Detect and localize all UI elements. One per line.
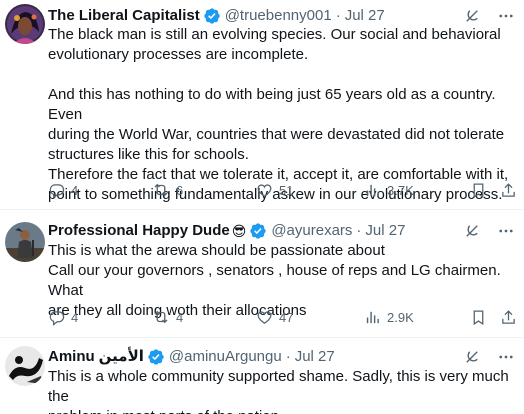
tweet-date[interactable]: Jul 27 xyxy=(295,347,335,367)
like-button[interactable]: 51 xyxy=(256,180,293,200)
tweet-text: The black man is still an evolving speci… xyxy=(48,26,509,203)
reply-button[interactable]: 4 xyxy=(48,307,78,327)
separator-dot: · xyxy=(285,348,291,365)
tweet[interactable]: The Liberal Capitalist @truebenny001 · J… xyxy=(0,0,524,210)
separator-dot: · xyxy=(335,7,341,24)
bookmark-button[interactable] xyxy=(470,180,487,200)
more-icon[interactable] xyxy=(496,347,516,367)
like-count: 47 xyxy=(279,309,294,325)
repost-button[interactable]: 6 xyxy=(152,180,183,200)
display-name[interactable]: Aminu xyxy=(48,347,95,367)
reply-icon xyxy=(49,183,65,199)
share-icon xyxy=(502,182,515,197)
action-bar: 4 6 51 3.7K xyxy=(48,180,518,200)
repost-count: 6 xyxy=(176,182,184,198)
bookmark-icon xyxy=(473,309,484,325)
share-icon xyxy=(502,309,515,324)
repost-count: 4 xyxy=(176,309,184,325)
view-count: 2.9K xyxy=(387,309,414,325)
repost-icon xyxy=(154,310,168,324)
tweet-text: This is a whole community supported sham… xyxy=(48,368,509,414)
user-handle[interactable]: @aminuArgungu xyxy=(169,347,282,367)
reply-icon xyxy=(49,310,65,326)
more-icon[interactable] xyxy=(496,6,516,26)
avatar[interactable] xyxy=(5,222,45,262)
display-name-arabic: الأمين xyxy=(98,348,144,365)
verified-badge-icon xyxy=(147,348,165,366)
bookmark-button[interactable] xyxy=(470,307,487,327)
repost-button[interactable]: 4 xyxy=(152,307,183,327)
like-icon xyxy=(257,310,272,324)
tweet-header: The Liberal Capitalist @truebenny001 · J… xyxy=(48,6,516,26)
verified-badge-icon xyxy=(203,7,221,25)
repost-icon xyxy=(154,183,168,197)
avatar[interactable] xyxy=(5,4,45,44)
like-icon xyxy=(257,183,272,197)
avatar[interactable] xyxy=(5,346,45,386)
tweet-date[interactable]: Jul 27 xyxy=(365,221,405,241)
verified-badge-icon xyxy=(249,222,267,240)
tweet-header: Professional Happy Dude 😎 @ayurexars · J… xyxy=(48,221,516,241)
views-icon xyxy=(366,184,379,196)
more-icon[interactable] xyxy=(496,221,516,241)
display-name[interactable]: The Liberal Capitalist xyxy=(48,6,200,26)
reply-button[interactable]: 4 xyxy=(48,180,78,200)
tweet-date[interactable]: Jul 27 xyxy=(345,6,385,26)
share-button[interactable] xyxy=(500,307,517,327)
views-button[interactable]: 2.9K xyxy=(364,307,414,327)
user-handle[interactable]: @ayurexars xyxy=(271,221,352,241)
view-count: 3.7K xyxy=(387,182,414,198)
grok-icon[interactable] xyxy=(462,6,482,26)
grok-icon[interactable] xyxy=(462,347,482,367)
reply-count: 4 xyxy=(71,309,79,325)
separator-dot: · xyxy=(356,222,362,239)
bookmark-icon xyxy=(473,182,484,198)
sunglasses-emoji: 😎 xyxy=(231,223,247,239)
like-button[interactable]: 47 xyxy=(256,307,293,327)
tweet[interactable]: Aminu الأمين @aminuArgungu · Jul 27 This… xyxy=(0,338,524,414)
views-icon xyxy=(366,311,379,323)
like-count: 51 xyxy=(279,182,294,198)
grok-icon[interactable] xyxy=(462,221,482,241)
tweet-header: Aminu الأمين @aminuArgungu · Jul 27 xyxy=(48,347,516,367)
display-name[interactable]: Professional Happy Dude xyxy=(48,221,230,241)
share-button[interactable] xyxy=(500,180,517,200)
action-bar: 4 4 47 2.9K xyxy=(48,307,518,327)
tweet-feed: The Liberal Capitalist @truebenny001 · J… xyxy=(0,0,524,414)
reply-count: 4 xyxy=(71,182,79,198)
tweet[interactable]: Professional Happy Dude 😎 @ayurexars · J… xyxy=(0,210,524,338)
views-button[interactable]: 3.7K xyxy=(364,180,414,200)
user-handle[interactable]: @truebenny001 xyxy=(225,6,332,26)
